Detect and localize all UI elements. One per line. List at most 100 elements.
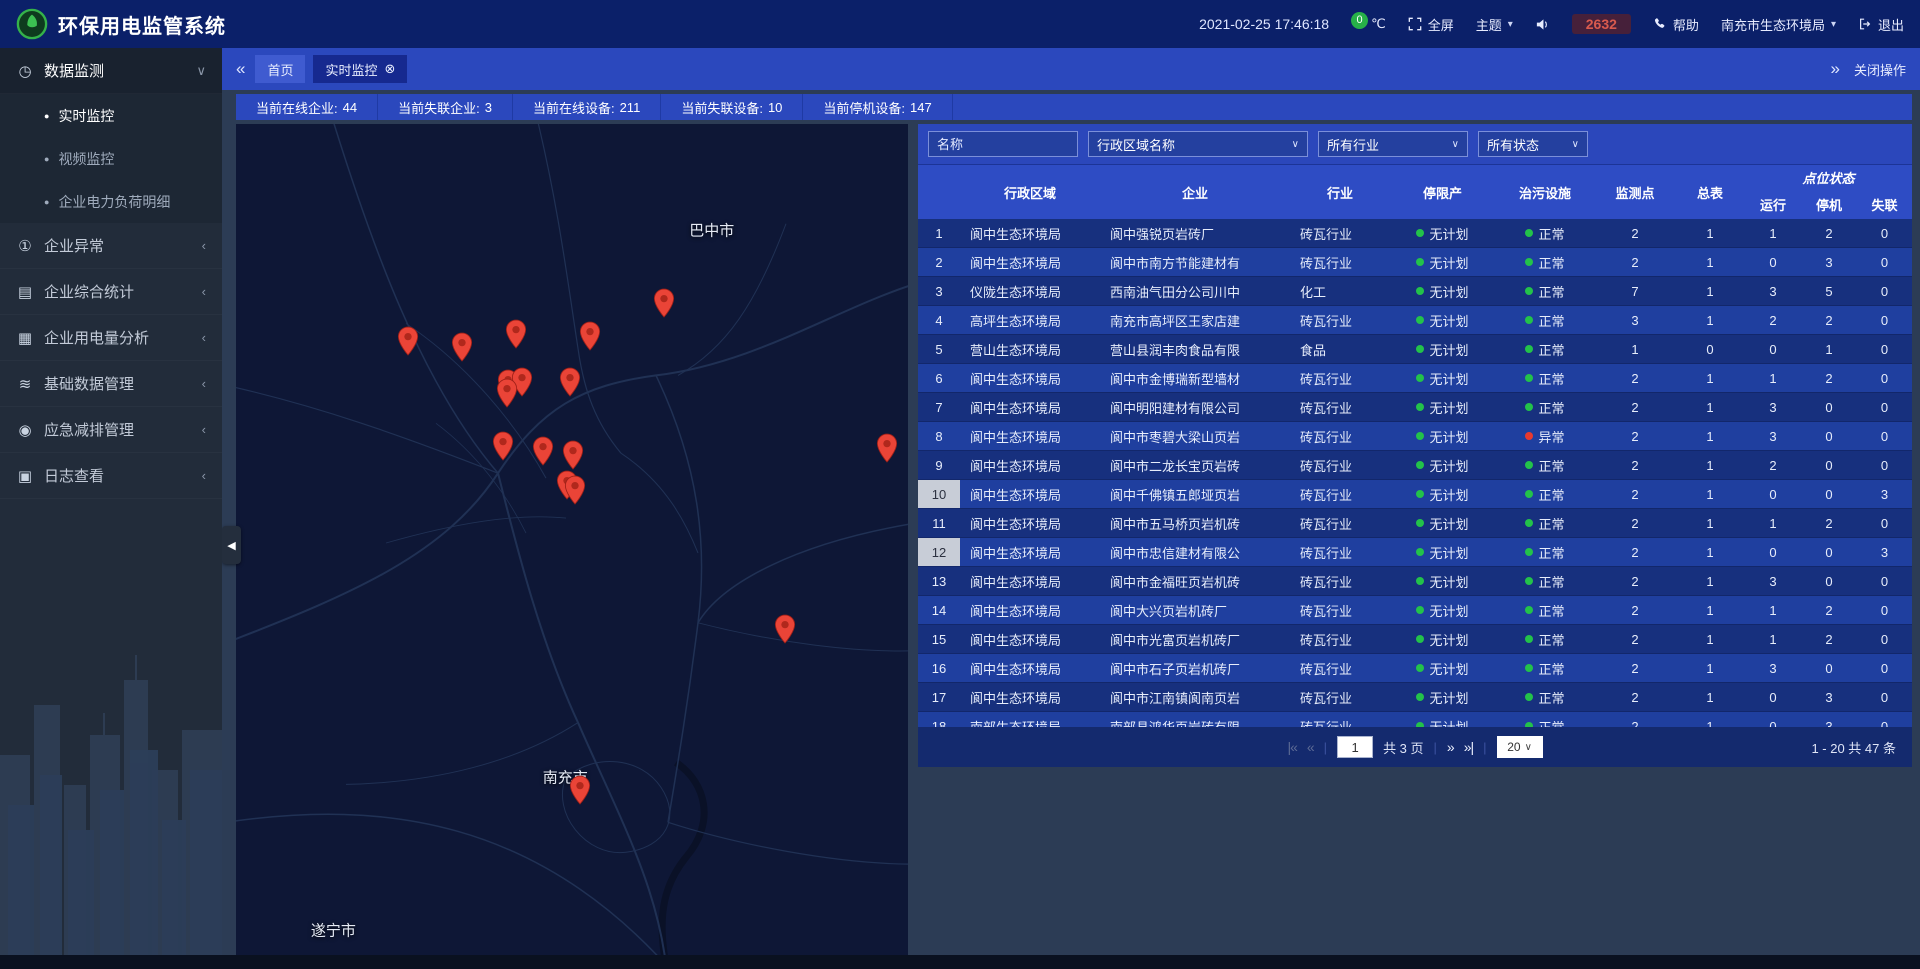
table-row[interactable]: 18 南部生态环境局 南部县鸿华页岩砖有限 砖瓦行业 无计划 正常 2 1 0 … — [918, 712, 1912, 727]
cell-industry: 砖瓦行业 — [1290, 509, 1390, 537]
table-row[interactable]: 1 阆中生态环境局 阆中强锐页岩砖厂 砖瓦行业 无计划 正常 2 1 1 2 0 — [918, 219, 1912, 248]
sidebar-subitem-power-load-detail[interactable]: ●企业电力负荷明细 — [0, 180, 222, 223]
prev-page-button[interactable]: « — [1307, 739, 1314, 755]
table-row[interactable]: 6 阆中生态环境局 阆中市金博瑞新型墙材 砖瓦行业 无计划 正常 2 1 1 2… — [918, 364, 1912, 393]
cell-run: 2 — [1745, 306, 1801, 334]
table-row[interactable]: 8 阆中生态环境局 阆中市枣碧大梁山页岩 砖瓦行业 无计划 异常 2 1 3 0… — [918, 422, 1912, 451]
cell-stop: 2 — [1801, 625, 1857, 653]
industry-filter-select[interactable]: 所有行业 ∨ — [1318, 131, 1468, 157]
sidebar-item-base-data[interactable]: ≋基础数据管理‹ — [0, 361, 222, 407]
sidebar-item-company-statistics[interactable]: ▤企业综合统计‹ — [0, 269, 222, 315]
table-row[interactable]: 16 阆中生态环境局 阆中市石子页岩机砖厂 砖瓦行业 无计划 正常 2 1 3 … — [918, 654, 1912, 683]
table-panel: 行政区域名称 ∨ 所有行业 ∨ 所有状态 ∨ 行政区域 企业 行业 停限产 治污… — [918, 124, 1912, 955]
sidebar-subitem-realtime-monitor[interactable]: ●实时监控 — [0, 94, 222, 137]
logout-button[interactable]: 退出 — [1858, 15, 1904, 34]
tab-1[interactable]: 实时监控⊗ — [313, 55, 407, 83]
cell-industry: 砖瓦行业 — [1290, 538, 1390, 566]
table-row[interactable]: 4 高坪生态环境局 南充市高坪区王家店建 砖瓦行业 无计划 正常 3 1 2 2… — [918, 306, 1912, 335]
name-filter-input[interactable] — [928, 131, 1078, 157]
cell-region: 阆中生态环境局 — [960, 422, 1100, 450]
sidebar-subitem-video-monitor[interactable]: ●视频监控 — [0, 137, 222, 180]
map-pin[interactable] — [451, 332, 472, 367]
cell-run: 1 — [1745, 219, 1801, 247]
status-dot — [1416, 490, 1424, 498]
cell-industry: 砖瓦行业 — [1290, 683, 1390, 711]
cell-run: 0 — [1745, 248, 1801, 276]
table-header: 行政区域 企业 行业 停限产 治污设施 监测点 总表 点位状态 运行 停机 失联 — [918, 164, 1912, 219]
table-row[interactable]: 3 仪陇生态环境局 西南油气田分公司川中 化工 无计划 正常 7 1 3 5 0 — [918, 277, 1912, 306]
page-size-select[interactable]: 20 ∨ — [1497, 736, 1543, 758]
last-page-button[interactable]: »| — [1464, 739, 1473, 755]
table-row[interactable]: 17 阆中生态环境局 阆中市江南镇阆南页岩 砖瓦行业 无计划 正常 2 1 0 … — [918, 683, 1912, 712]
sidebar-item-log-view[interactable]: ▣日志查看‹ — [0, 453, 222, 499]
table-row[interactable]: 14 阆中生态环境局 阆中大兴页岩机砖厂 砖瓦行业 无计划 正常 2 1 1 2… — [918, 596, 1912, 625]
map-pin[interactable] — [492, 431, 513, 466]
sidebar-item-company-abnormal[interactable]: ①企业异常‹ — [0, 223, 222, 269]
close-tab-icon[interactable]: ⊗ — [385, 61, 396, 77]
map-pin[interactable] — [654, 288, 675, 323]
theme-dropdown[interactable]: 主题 ▾ — [1476, 15, 1513, 34]
cell-meters: 1 — [1675, 451, 1745, 479]
sidebar-item-emergency-reduction[interactable]: ◉应急减排管理‹ — [0, 407, 222, 453]
map-pin[interactable] — [877, 433, 898, 468]
cell-region: 阆中生态环境局 — [960, 683, 1100, 711]
sidebar-item-data-monitor[interactable]: ◷数据监测∨ — [0, 48, 222, 94]
brand: 环保用电监管系统 — [16, 8, 226, 40]
fullscreen-button[interactable]: 全屏 — [1408, 15, 1454, 34]
cell-company: 阆中市忠信建材有限公 — [1100, 538, 1290, 566]
row-index: 6 — [918, 364, 960, 392]
tabs-scroll-right-icon[interactable]: » — [1831, 59, 1840, 79]
next-page-button[interactable]: » — [1447, 739, 1454, 755]
cell-stop: 2 — [1801, 306, 1857, 334]
status-filter-select[interactable]: 所有状态 ∨ — [1478, 131, 1588, 157]
status-dot — [1525, 374, 1533, 382]
cell-run: 3 — [1745, 277, 1801, 305]
cell-industry: 砖瓦行业 — [1290, 422, 1390, 450]
table-row[interactable]: 7 阆中生态环境局 阆中明阳建材有限公司 砖瓦行业 无计划 正常 2 1 3 0… — [918, 393, 1912, 422]
map-pin[interactable] — [559, 367, 580, 402]
cell-limit-status: 无计划 — [1390, 248, 1495, 276]
alarm-speaker-button[interactable] — [1535, 17, 1550, 32]
cell-limit-status: 无计划 — [1390, 393, 1495, 421]
status-dot — [1416, 519, 1424, 527]
status-dot — [1525, 577, 1533, 585]
cell-region: 阆中生态环境局 — [960, 393, 1100, 421]
sidebar-item-power-analysis[interactable]: ▦企业用电量分析‹ — [0, 315, 222, 361]
table-row[interactable]: 15 阆中生态环境局 阆中市光富页岩机砖厂 砖瓦行业 无计划 正常 2 1 1 … — [918, 625, 1912, 654]
map-pin[interactable] — [496, 378, 517, 413]
map[interactable]: 巴中市南充市遂宁市 — [236, 124, 908, 955]
tabs-scroll-left-icon[interactable]: « — [236, 59, 245, 79]
region-filter-select[interactable]: 行政区域名称 ∨ — [1088, 131, 1308, 157]
table-row[interactable]: 12 阆中生态环境局 阆中市忠信建材有限公 砖瓦行业 无计划 正常 2 1 0 … — [918, 538, 1912, 567]
map-pin[interactable] — [775, 614, 796, 649]
alarm-count-badge[interactable]: 2632 — [1572, 14, 1631, 34]
cell-run: 3 — [1745, 654, 1801, 682]
cell-points: 2 — [1595, 654, 1675, 682]
stats-bar: 当前在线企业:44当前失联企业:3当前在线设备:211当前失联设备:10当前停机… — [236, 94, 1912, 120]
first-page-button[interactable]: |« — [1287, 739, 1296, 755]
cell-limit-status: 无计划 — [1390, 654, 1495, 682]
map-pin[interactable] — [564, 475, 585, 510]
table-row[interactable]: 9 阆中生态环境局 阆中市二龙长宝页岩砖 砖瓦行业 无计划 正常 2 1 2 0… — [918, 451, 1912, 480]
status-dot — [1525, 258, 1533, 266]
tab-0[interactable]: 首页 — [255, 55, 305, 83]
cell-facility-status: 正常 — [1495, 683, 1595, 711]
table-row[interactable]: 11 阆中生态环境局 阆中市五马桥页岩机砖 砖瓦行业 无计划 正常 2 1 1 … — [918, 509, 1912, 538]
help-button[interactable]: 帮助 — [1653, 15, 1699, 34]
org-dropdown[interactable]: 南充市生态环境局 ▾ — [1721, 15, 1836, 34]
status-dot — [1525, 606, 1533, 614]
table-row[interactable]: 10 阆中生态环境局 阆中千佛镇五郎垭页岩 砖瓦行业 无计划 正常 2 1 0 … — [918, 480, 1912, 509]
status-dot — [1525, 432, 1533, 440]
cell-company: 阆中市石子页岩机砖厂 — [1100, 654, 1290, 682]
map-pin[interactable] — [580, 321, 601, 356]
map-pin[interactable] — [570, 775, 591, 810]
table-row[interactable]: 2 阆中生态环境局 阆中市南方节能建材有 砖瓦行业 无计划 正常 2 1 0 3… — [918, 248, 1912, 277]
map-pin[interactable] — [533, 436, 554, 471]
table-row[interactable]: 5 营山生态环境局 营山县润丰肉食品有限 食品 无计划 正常 1 0 0 1 0 — [918, 335, 1912, 364]
close-operations-button[interactable]: 关闭操作 — [1854, 60, 1906, 79]
map-pin[interactable] — [398, 326, 419, 361]
table-row[interactable]: 13 阆中生态环境局 阆中市金福旺页岩机砖 砖瓦行业 无计划 正常 2 1 3 … — [918, 567, 1912, 596]
page-input[interactable] — [1337, 736, 1373, 758]
map-pin[interactable] — [506, 319, 527, 354]
map-collapse-handle[interactable]: ◀ — [222, 526, 241, 564]
